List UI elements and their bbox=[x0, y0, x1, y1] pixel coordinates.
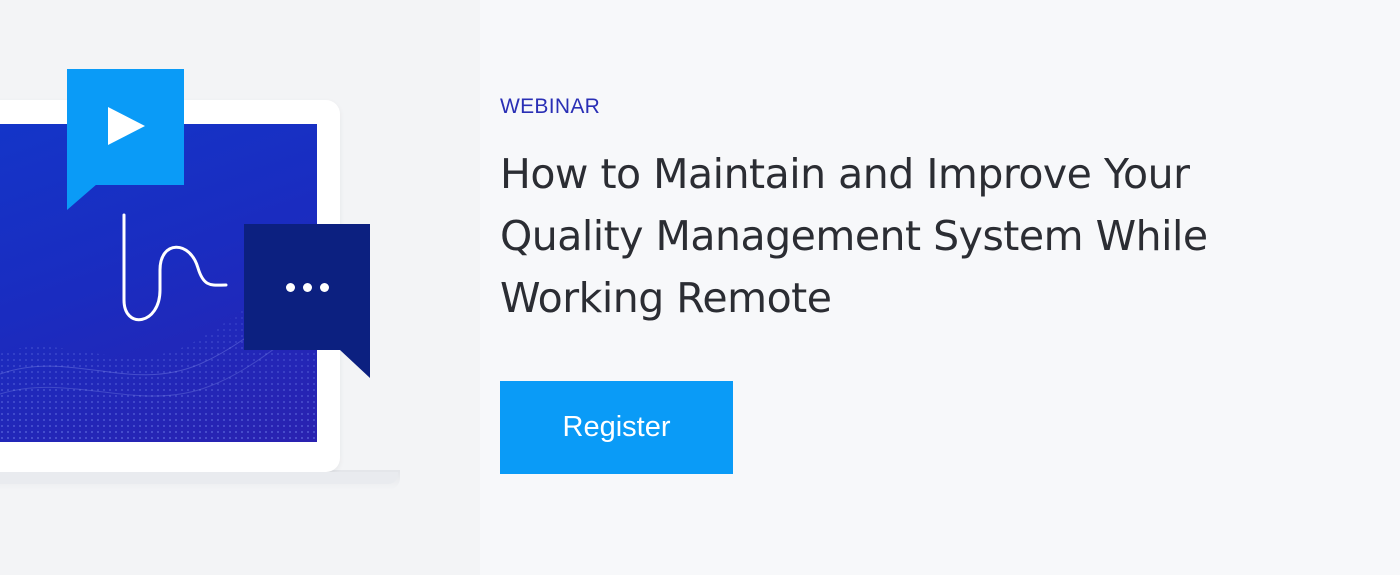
play-bubble bbox=[67, 69, 184, 185]
ellipsis-icon bbox=[244, 224, 370, 350]
hero-illustration bbox=[0, 0, 480, 575]
play-icon bbox=[108, 107, 145, 145]
play-bubble-tail bbox=[67, 184, 97, 210]
page-title: How to Maintain and Improve Your Quality… bbox=[500, 150, 1208, 322]
register-button[interactable]: Register bbox=[500, 381, 733, 474]
ellipsis-dot bbox=[285, 282, 295, 292]
ellipsis-dot bbox=[302, 282, 312, 292]
webinar-content: WEBINAR How to Maintain and Improve Your… bbox=[500, 0, 1320, 575]
chat-bubble-tail bbox=[340, 350, 370, 378]
ellipsis-dot bbox=[319, 282, 329, 292]
eyebrow-label: WEBINAR bbox=[500, 95, 601, 118]
